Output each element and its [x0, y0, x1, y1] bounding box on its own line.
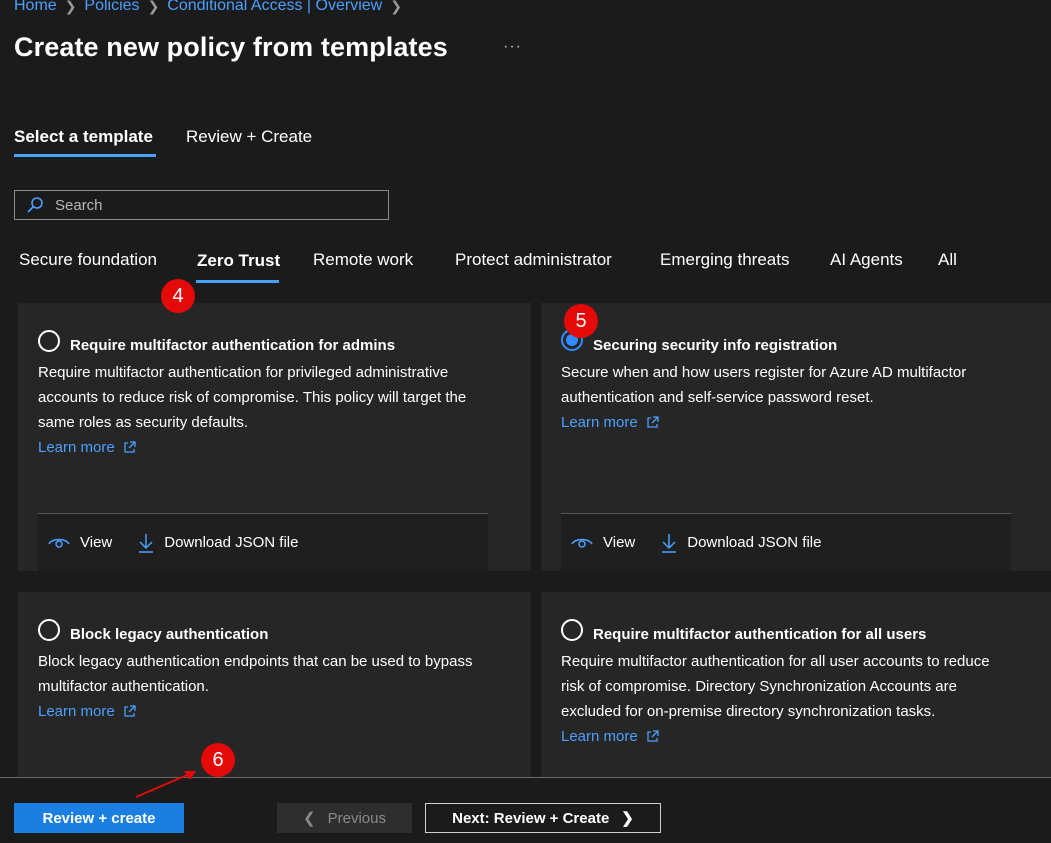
view-button[interactable]: View [571, 534, 635, 551]
template-radio[interactable] [38, 330, 60, 352]
learn-more-link[interactable]: Learn more [561, 410, 659, 435]
download-json-button[interactable]: Download JSON file [661, 533, 821, 553]
template-description: Secure when and how users register for A… [561, 360, 966, 435]
template-card-block-legacy[interactable]: Block legacy authentication Block legacy… [18, 592, 531, 777]
template-card-mfa-admins[interactable]: Require multifactor authentication for a… [18, 303, 531, 571]
external-link-icon [647, 730, 659, 742]
tab-emerging-threats[interactable]: Emerging threats [660, 250, 789, 270]
external-link-icon [647, 416, 659, 428]
tab-secure-foundation[interactable]: Secure foundation [19, 250, 157, 270]
template-radio[interactable] [561, 619, 583, 641]
search-box[interactable] [14, 190, 389, 220]
tab-ai-agents[interactable]: AI Agents [830, 250, 903, 270]
learn-more-link[interactable]: Learn more [38, 699, 136, 724]
eye-icon [48, 538, 70, 548]
breadcrumb-policies[interactable]: Policies [84, 0, 139, 15]
tab-remote-work[interactable]: Remote work [313, 250, 413, 270]
external-link-icon [124, 441, 136, 453]
tab-all[interactable]: All [938, 250, 957, 270]
chevron-right-icon: ❯ [621, 810, 634, 827]
template-title: Block legacy authentication [70, 626, 269, 643]
annotation-step-6: 6 [201, 743, 235, 777]
template-card-security-info[interactable]: Securing security info registration Secu… [541, 303, 1051, 571]
search-icon [15, 191, 55, 219]
annotation-step-5: 5 [564, 304, 598, 338]
more-options-icon[interactable]: ··· [503, 38, 522, 56]
template-card-mfa-all-users[interactable]: Require multifactor authentication for a… [541, 592, 1051, 777]
template-title: Securing security info registration [593, 337, 838, 354]
template-description: Require multifactor authentication for p… [38, 360, 466, 460]
breadcrumb-home[interactable]: Home [14, 0, 57, 15]
search-input[interactable] [55, 196, 375, 214]
annotation-step-4: 4 [161, 279, 195, 313]
page-title: Create new policy from templates [14, 32, 448, 62]
template-description: Require multifactor authentication for a… [561, 649, 990, 749]
tab-select-a-template[interactable]: Select a template [14, 127, 153, 147]
learn-more-link[interactable]: Learn more [561, 724, 659, 749]
annotation-arrow [135, 771, 196, 798]
download-icon [139, 533, 154, 553]
previous-button[interactable]: ❮ Previous [277, 803, 412, 833]
chevron-left-icon: ❮ [303, 810, 316, 827]
review-create-button[interactable]: Review + create [14, 803, 184, 833]
learn-more-link[interactable]: Learn more [38, 435, 136, 460]
active-category-indicator [196, 280, 279, 283]
external-link-icon [124, 705, 136, 717]
active-tab-indicator [14, 154, 156, 157]
template-description: Block legacy authentication endpoints th… [38, 649, 472, 724]
chevron-right-icon: ❯ [64, 0, 77, 14]
template-actions: View Download JSON file [561, 513, 1011, 571]
eye-icon [571, 538, 593, 548]
breadcrumb-conditional-access[interactable]: Conditional Access | Overview [167, 0, 382, 15]
chevron-right-icon: ❯ [390, 0, 402, 14]
tab-review-create[interactable]: Review + Create [186, 127, 312, 147]
template-title: Require multifactor authentication for a… [593, 626, 927, 643]
template-title: Require multifactor authentication for a… [70, 337, 396, 354]
next-review-create-button[interactable]: Next: Review + Create ❯ [425, 803, 661, 833]
template-actions: View Download JSON file [38, 513, 488, 571]
download-icon [662, 533, 677, 553]
tab-protect-administrator[interactable]: Protect administrator [455, 250, 612, 270]
chevron-right-icon: ❯ [147, 0, 160, 14]
breadcrumb: Home ❯ Policies ❯ Conditional Access | O… [14, 0, 402, 15]
download-json-button[interactable]: Download JSON file [138, 533, 298, 553]
tab-zero-trust[interactable]: Zero Trust [197, 251, 280, 271]
template-radio[interactable] [38, 619, 60, 641]
view-button[interactable]: View [48, 534, 112, 551]
